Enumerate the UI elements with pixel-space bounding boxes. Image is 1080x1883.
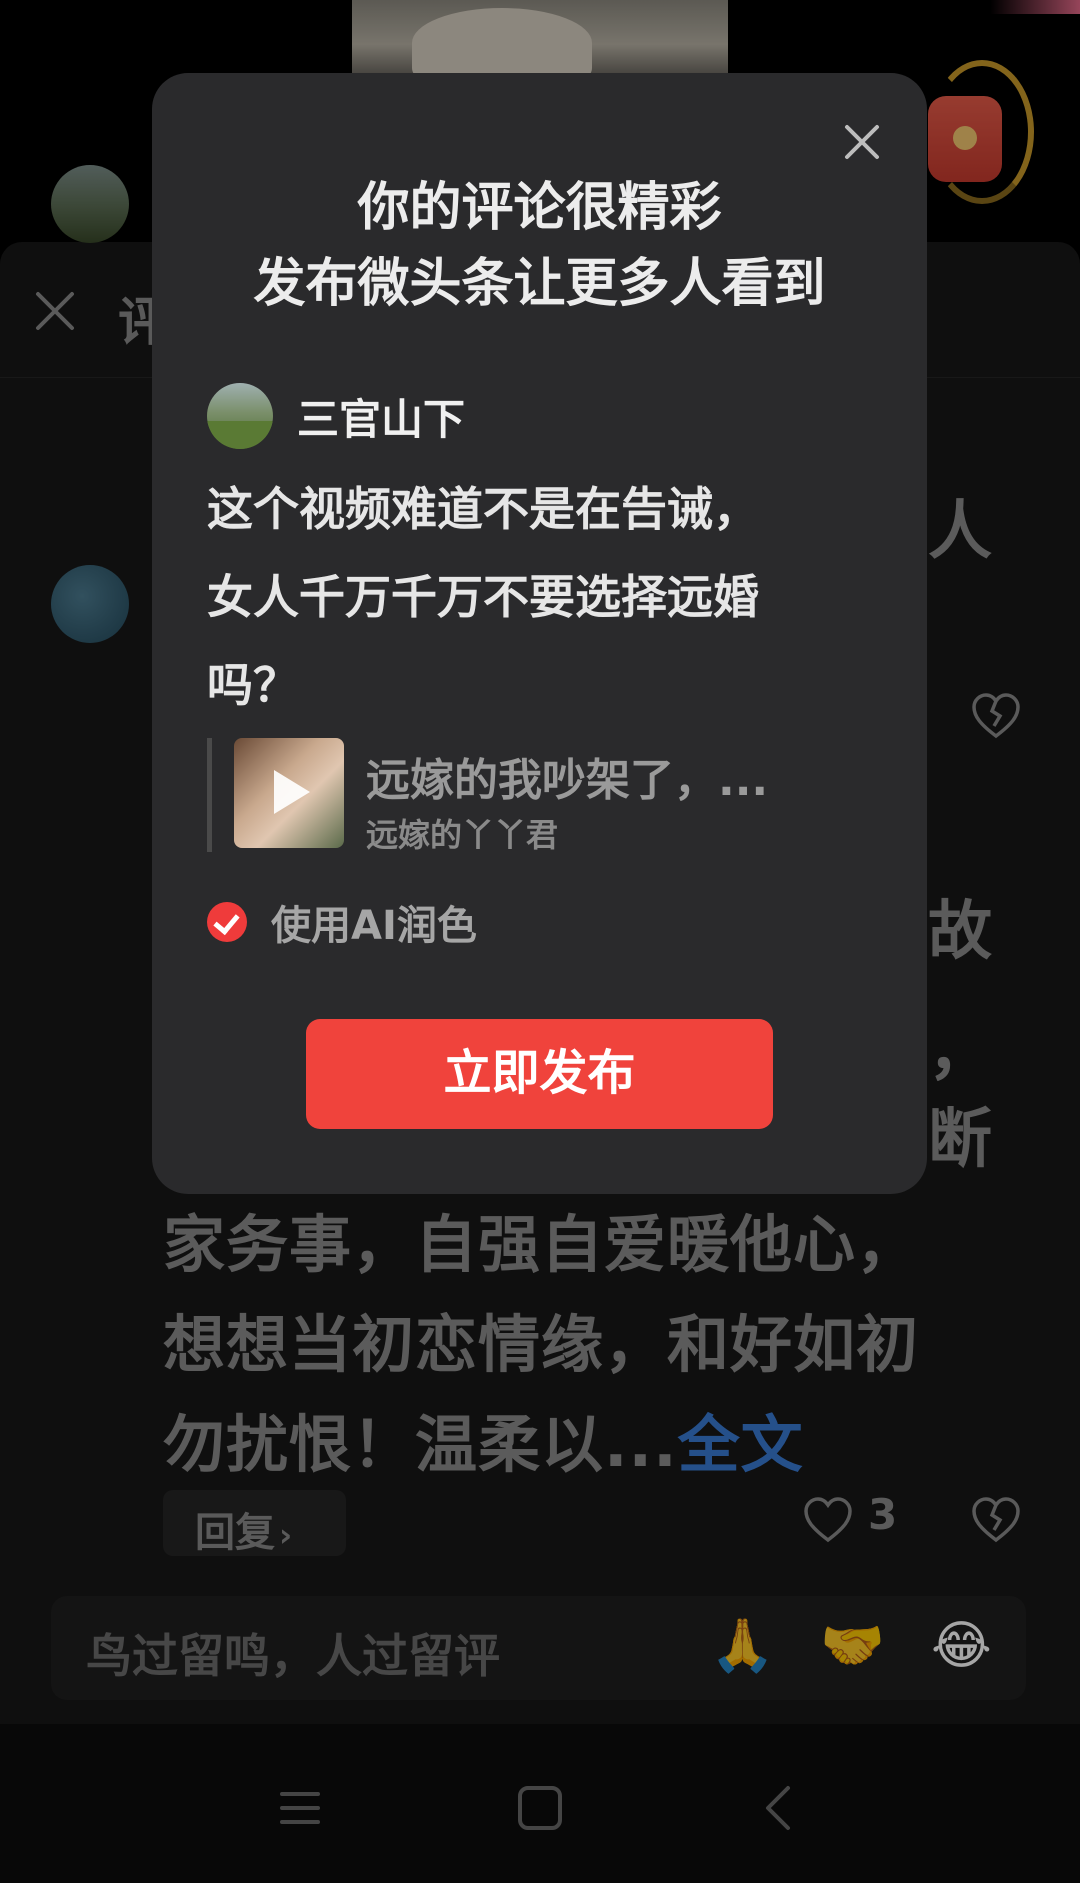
quoted-video-card[interactable]: 远嫁的我吵架了，... 远嫁的丫丫君 [207,738,867,854]
avatar [207,383,273,449]
ai-polish-option[interactable]: 使用AI润色 [207,893,477,951]
comment-line: 这个视频难道不是在告诫， [207,482,759,536]
comment-line: 吗？ [207,658,299,712]
play-icon [274,770,310,814]
checkbox-checked-icon[interactable] [207,902,247,942]
publish-now-button[interactable]: 立即发布 [306,1019,773,1129]
quoted-video-title: 远嫁的我吵架了，... [366,755,769,806]
dialog-subtitle: 发布微头条让更多人看到 [253,254,826,314]
quoted-video-author: 远嫁的丫丫君 [366,816,559,854]
dialog-title: 你的评论很精彩 [357,178,722,238]
comment-author: 三官山下 [207,383,465,449]
comment-line: 女人千万千万不要选择远婚 [207,570,759,624]
video-thumbnail [234,738,344,848]
author-name: 三官山下 [297,394,466,444]
close-icon[interactable] [835,115,889,169]
publish-prompt-dialog: 你的评论很精彩 发布微头条让更多人看到 三官山下 这个视频难道不是在告诫， 女人… [152,73,927,1194]
ai-polish-label: 使用AI润色 [271,903,477,949]
